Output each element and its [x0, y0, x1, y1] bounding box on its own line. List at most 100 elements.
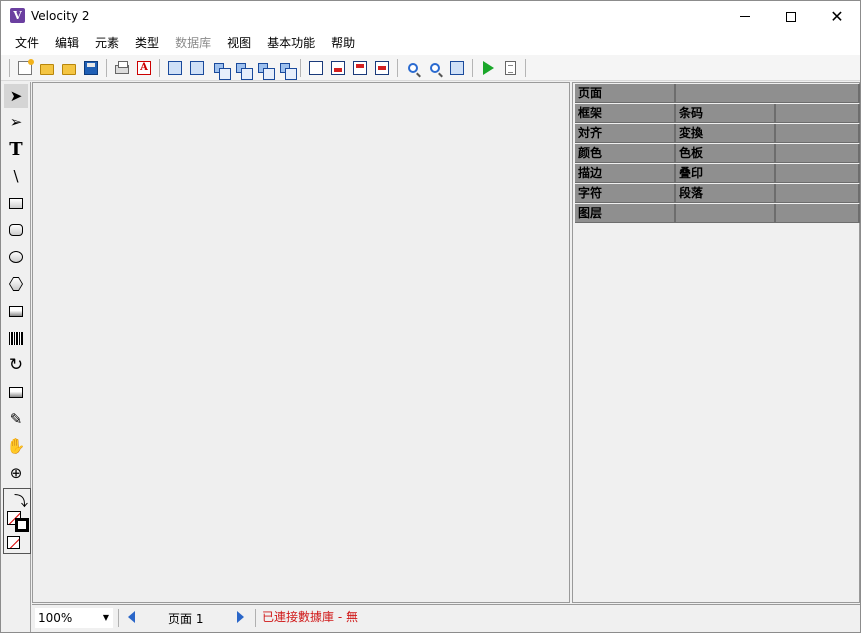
polygon-tool[interactable]	[4, 272, 28, 296]
property-paragraph[interactable]: 段落	[676, 184, 776, 203]
property-align[interactable]: 対齐	[575, 124, 676, 143]
chevron-down-icon: ▼	[102, 613, 109, 622]
align-middle-button[interactable]	[373, 59, 391, 77]
zoom-in-button[interactable]	[404, 59, 422, 77]
new-document-icon	[18, 58, 34, 75]
rectangle-tool[interactable]	[4, 191, 28, 215]
maximize-icon	[786, 11, 796, 22]
swap-colors-icon[interactable]: ⤵	[14, 491, 28, 511]
barcode-icon	[9, 331, 23, 345]
property-overprint[interactable]: 叠印	[676, 164, 776, 183]
open-template-button[interactable]	[60, 59, 78, 77]
property-transform[interactable]: 変換	[676, 124, 776, 143]
page-indicator: 页面 1	[168, 612, 204, 626]
stroke-color-swatch[interactable]	[15, 518, 29, 532]
bring-front-button[interactable]	[210, 59, 231, 80]
print-icon	[115, 61, 129, 74]
hollow-arrow-icon: ➢	[9, 113, 23, 131]
fit-page-button[interactable]	[166, 59, 184, 77]
text-icon: T	[9, 138, 23, 160]
fit-selection-button[interactable]	[188, 59, 206, 77]
zoom-tool[interactable]: ⊕	[4, 461, 28, 485]
zoom-dropdown[interactable]: 100% ▼	[34, 607, 114, 629]
color-selector: ⤵	[3, 488, 31, 554]
property-character[interactable]: 字符	[575, 184, 676, 203]
zoom-value: 100%	[38, 611, 73, 625]
menu-database: 数据库	[175, 36, 212, 50]
property-empty[interactable]	[776, 144, 860, 163]
run-button[interactable]	[479, 59, 497, 77]
property-row: 图层	[575, 204, 860, 224]
property-empty[interactable]	[776, 124, 860, 143]
zoom-fit-button[interactable]	[448, 59, 466, 77]
minimize-icon	[740, 16, 750, 17]
property-empty[interactable]	[776, 104, 860, 123]
property-barcode[interactable]: 条码	[676, 104, 776, 123]
align-top-button[interactable]	[351, 59, 369, 77]
save-button[interactable]	[82, 59, 100, 77]
select-tool[interactable]: ➤	[4, 84, 28, 108]
no-color-swatch[interactable]	[7, 536, 20, 549]
property-empty[interactable]	[676, 84, 860, 103]
frame-button[interactable]	[307, 59, 325, 77]
minimize-button[interactable]	[722, 1, 768, 32]
open-button[interactable]	[38, 59, 56, 77]
zoom-in-icon	[408, 62, 418, 73]
eyedropper-tool[interactable]: ✎	[4, 407, 28, 431]
bring-forward-button[interactable]	[254, 59, 275, 80]
next-page-icon[interactable]	[237, 611, 244, 623]
print-button[interactable]	[113, 59, 131, 77]
design-canvas[interactable]	[32, 82, 570, 603]
property-color[interactable]: 颜色	[575, 144, 676, 163]
run-icon	[482, 60, 494, 75]
barcode-tool[interactable]	[4, 326, 28, 350]
rectangle-icon	[9, 197, 23, 209]
toolbar-separator	[397, 58, 398, 77]
ellipse-tool[interactable]	[4, 245, 28, 269]
rounded-rectangle-tool[interactable]	[4, 218, 28, 242]
property-stroke[interactable]: 描边	[575, 164, 676, 183]
fit-selection-icon	[190, 60, 204, 75]
property-palette[interactable]: 色板	[676, 144, 776, 163]
image-tool[interactable]	[4, 299, 28, 323]
frame-icon	[309, 60, 323, 75]
close-button[interactable]: ✕	[814, 1, 860, 32]
direct-select-tool[interactable]: ➢	[4, 110, 28, 134]
property-empty[interactable]	[776, 164, 860, 183]
text-tool[interactable]: T	[4, 137, 28, 161]
magnifier-icon: ⊕	[9, 464, 23, 482]
menu-element[interactable]: 元素	[87, 32, 127, 55]
menu-file[interactable]: 文件	[7, 32, 47, 55]
menu-basic-functions[interactable]: 基本功能	[259, 32, 323, 55]
property-layer[interactable]: 图层	[575, 204, 676, 223]
align-bottom-button[interactable]	[329, 59, 347, 77]
zoom-fit-icon	[450, 60, 464, 75]
property-empty[interactable]	[676, 204, 776, 223]
property-page[interactable]: 页面	[575, 84, 676, 103]
app-logo-icon: V	[10, 8, 25, 23]
rotate-tool[interactable]: ↻	[4, 353, 28, 377]
export-pdf-button[interactable]: A	[135, 59, 153, 77]
new-document-button[interactable]	[16, 58, 34, 77]
menu-help[interactable]: 帮助	[323, 32, 363, 55]
line-tool[interactable]: \	[4, 164, 28, 188]
rounded-rectangle-icon	[9, 224, 23, 236]
property-empty[interactable]	[776, 204, 860, 223]
report-button[interactable]	[501, 59, 519, 77]
pan-tool[interactable]: ✋	[4, 434, 28, 458]
menu-view[interactable]: 视图	[219, 32, 259, 55]
menu-type[interactable]: 类型	[127, 32, 167, 55]
property-frame[interactable]: 框架	[575, 104, 676, 123]
open-template-icon	[62, 63, 76, 75]
align-bottom-icon	[331, 60, 345, 75]
crop-tool[interactable]	[4, 380, 28, 404]
property-empty[interactable]	[776, 184, 860, 203]
database-status: 已連接數據庫 - 無	[262, 610, 358, 624]
export-pdf-icon: A	[137, 60, 151, 75]
previous-page-icon[interactable]	[128, 611, 135, 623]
send-backward-button[interactable]	[276, 59, 297, 80]
maximize-button[interactable]	[768, 1, 814, 32]
zoom-out-button[interactable]	[426, 59, 444, 77]
send-back-button[interactable]	[232, 59, 253, 80]
menu-edit[interactable]: 编辑	[47, 32, 87, 55]
